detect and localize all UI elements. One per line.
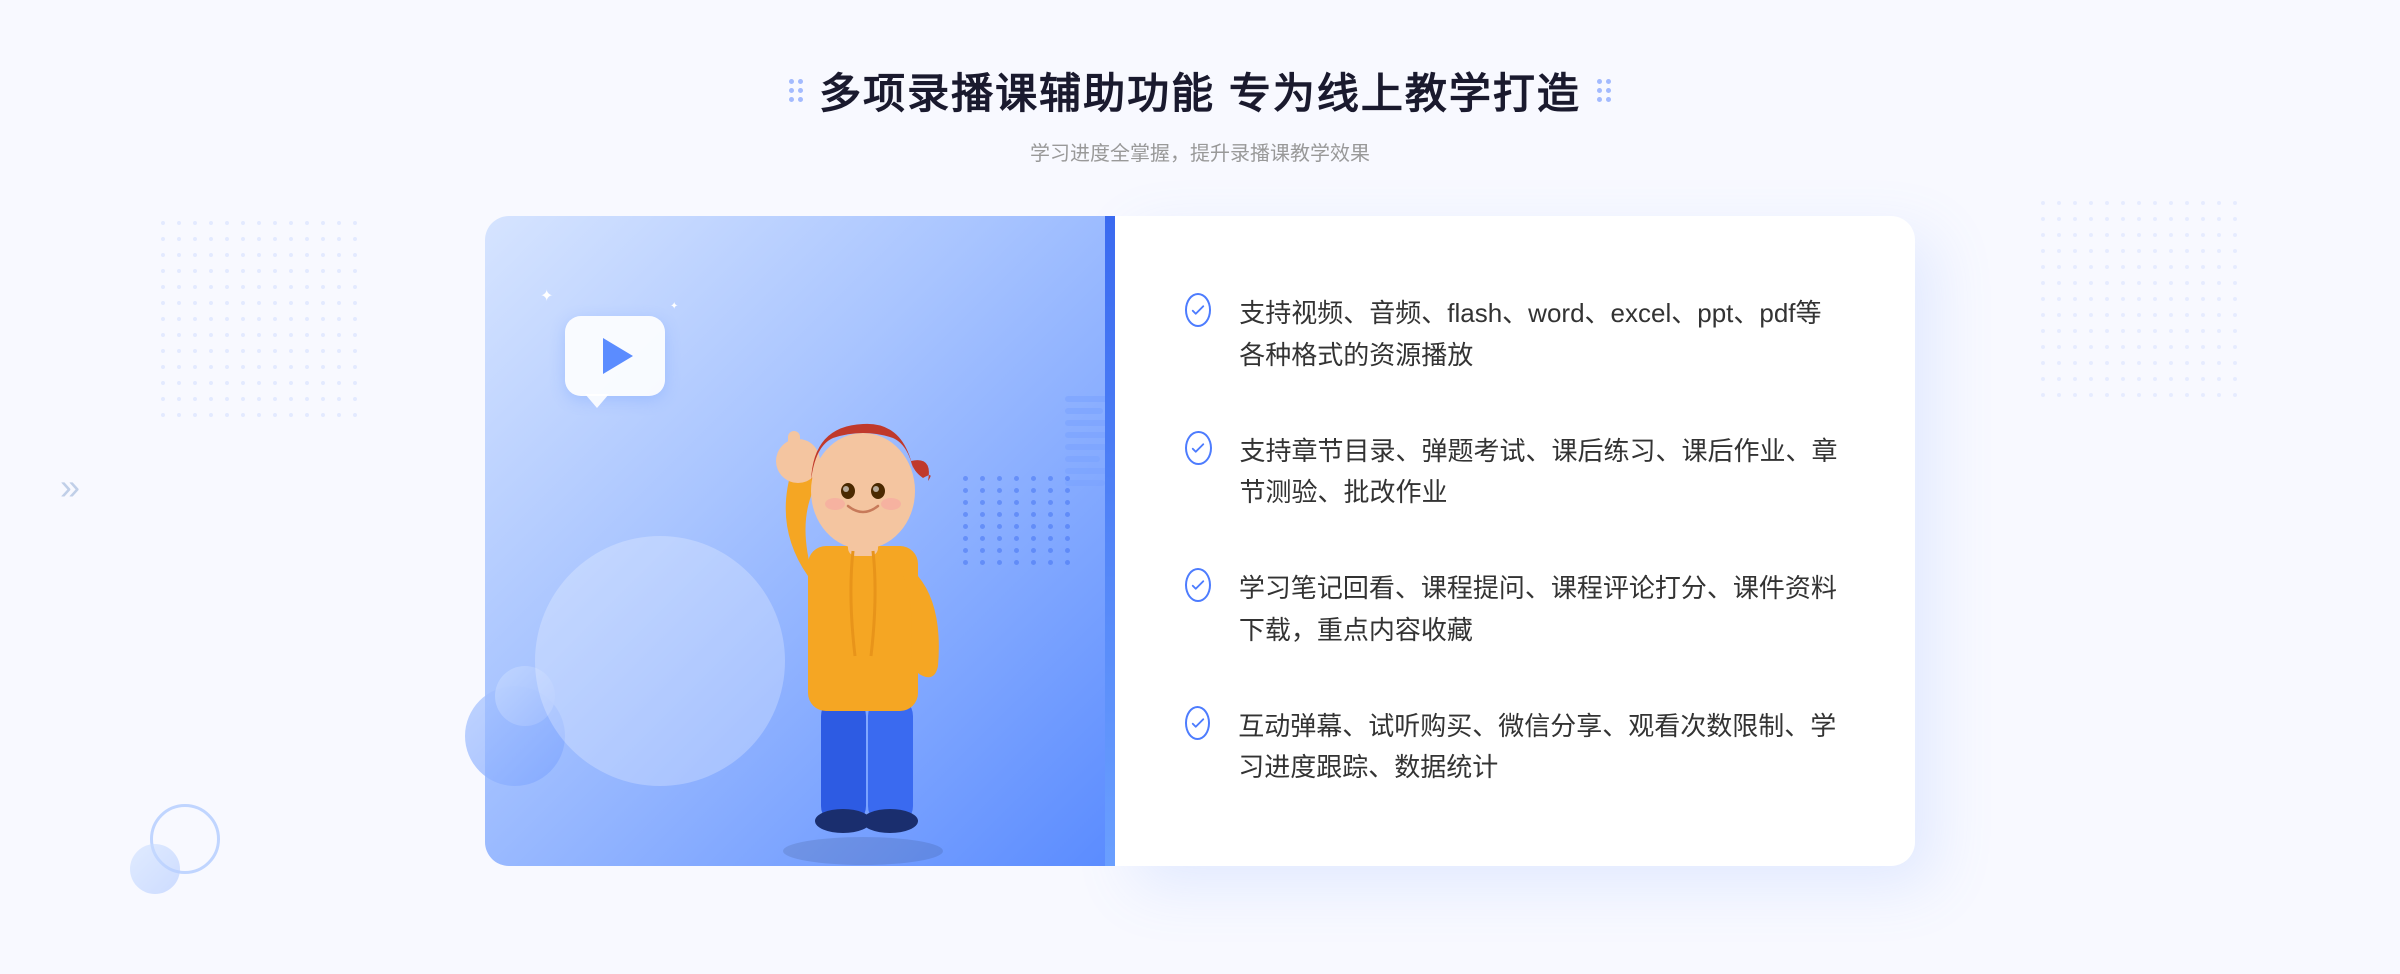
feature-text-1: 支持视频、音频、flash、word、excel、ppt、pdf等各种格式的资源… — [1239, 293, 1845, 376]
header-section: 多项录播课辅助功能 专为线上教学打造 学习进度全掌握，提升录播课教学效果 — [789, 0, 1611, 166]
feature-item-1: 支持视频、音频、flash、word、excel、ppt、pdf等各种格式的资源… — [1185, 293, 1845, 376]
play-bubble — [565, 316, 685, 416]
illustration-card: ✦ ✦ // Inline dots rendering via JS afte… — [485, 216, 1105, 866]
dot-10 — [1606, 88, 1611, 93]
dot-6 — [798, 97, 803, 102]
bottom-left-decoration — [130, 804, 220, 894]
main-title: 多项录播课辅助功能 专为线上教学打造 — [819, 60, 1581, 121]
feature-text-3: 学习笔记回看、课程提问、课程评论打分、课件资料下载，重点内容收藏 — [1239, 568, 1845, 651]
check-icon-4 — [1185, 706, 1210, 740]
left-dots-decoration — [789, 79, 803, 102]
dot-4 — [798, 88, 803, 93]
glow-circle — [535, 536, 785, 786]
play-icon — [603, 338, 633, 374]
dot-5 — [789, 97, 794, 102]
star-decoration-1: ✦ — [540, 286, 553, 306]
right-dots-decoration — [1597, 79, 1611, 102]
feature-text-2: 支持章节目录、弹题考试、课后练习、课后作业、章节测验、批改作业 — [1240, 431, 1845, 514]
dot-8 — [1606, 79, 1611, 84]
dot-2 — [798, 79, 803, 84]
dot-1 — [789, 79, 794, 84]
feature-item-4: 互动弹幕、试听购买、微信分享、观看次数限制、学习进度跟踪、数据统计 — [1185, 706, 1845, 789]
left-nav-arrows[interactable]: » — [60, 466, 80, 508]
feature-item-3: 学习笔记回看、课程提问、课程评论打分、课件资料下载，重点内容收藏 — [1185, 568, 1845, 651]
dot-11 — [1597, 97, 1602, 102]
check-icon-3 — [1185, 568, 1211, 602]
play-bubble-box — [565, 316, 665, 396]
star-decoration-2: ✦ — [670, 301, 678, 312]
features-card: 支持视频、音频、flash、word、excel、ppt、pdf等各种格式的资源… — [1115, 216, 1915, 866]
feature-item-2: 支持章节目录、弹题考试、课后练习、课后作业、章节测验、批改作业 — [1185, 431, 1845, 514]
bg-dot-pattern-right — [2040, 200, 2240, 400]
check-icon-2 — [1185, 431, 1212, 465]
deco-circle-filled — [130, 844, 180, 894]
header-title-row: 多项录播课辅助功能 专为线上教学打造 — [789, 60, 1611, 121]
dot-9 — [1597, 88, 1602, 93]
feature-text-4: 互动弹幕、试听购买、微信分享、观看次数限制、学习进度跟踪、数据统计 — [1238, 706, 1845, 789]
dot-12 — [1606, 97, 1611, 102]
dot-7 — [1597, 79, 1602, 84]
dot-grid-pattern: // Inline dots rendering via JS after pa… — [963, 476, 1075, 565]
dot-3 — [789, 88, 794, 93]
bg-dot-pattern-left — [160, 220, 360, 420]
page-wrapper: 多项录播课辅助功能 专为线上教学打造 学习进度全掌握，提升录播课教学效果 — [0, 0, 2400, 974]
chevron-double-icon: » — [60, 466, 80, 507]
content-area: ✦ ✦ // Inline dots rendering via JS afte… — [485, 216, 1915, 866]
check-icon-1 — [1185, 293, 1211, 327]
subtitle: 学习进度全掌握，提升录播课教学效果 — [789, 137, 1611, 166]
accent-bar — [1105, 216, 1115, 866]
